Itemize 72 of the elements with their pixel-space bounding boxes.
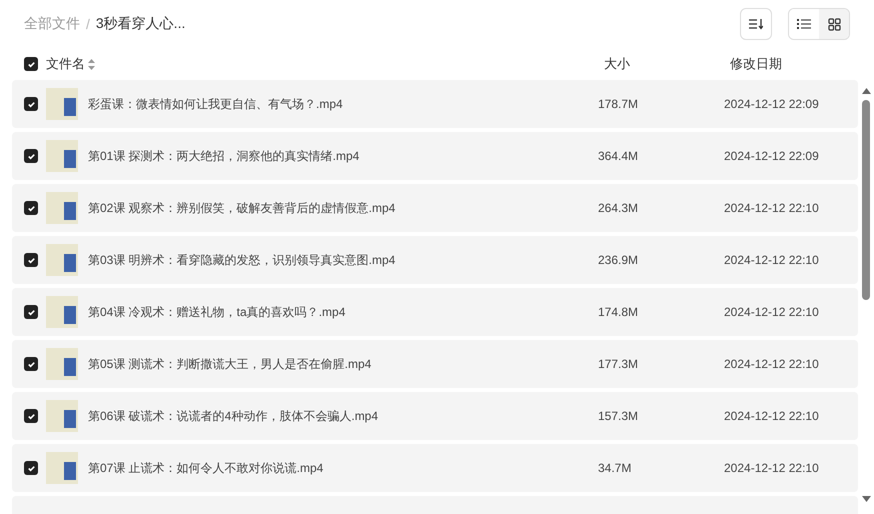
check-icon	[26, 60, 36, 68]
file-size: 178.7M	[598, 97, 640, 111]
file-size: 236.9M	[598, 253, 640, 267]
checkbox[interactable]	[24, 461, 38, 475]
column-header[interactable]: 修改日期	[730, 55, 782, 73]
breadcrumb-item[interactable]: 3秒看穿人心...	[96, 15, 186, 33]
checkbox[interactable]	[24, 201, 38, 215]
column-header[interactable]: 文件名	[46, 55, 85, 73]
file-name: 第06课 破谎术：说谎者的4种动作，肢体不会骗人.mp4	[88, 408, 380, 424]
breadcrumb-separator: /	[86, 16, 90, 32]
scroll-up-icon[interactable]	[862, 88, 870, 94]
video-thumbnail	[46, 140, 78, 172]
file-size: 177.3M	[598, 357, 640, 371]
scroll-down-icon[interactable]	[862, 496, 870, 502]
file-name: 第01课 探测术：两大绝招，洞察他的真实情绪.mp4	[88, 148, 360, 164]
file-name: 第07课 止谎术：如何令人不敢对你说谎.mp4	[88, 460, 324, 476]
checkbox[interactable]	[24, 409, 38, 423]
file-size: 174.8M	[598, 305, 640, 319]
file-name: 第03课 明辨术：看穿隐藏的发怒，识别领导真实意图.mp4	[88, 252, 396, 268]
modified-date: 2024-12-12 22:10	[724, 305, 819, 319]
column-header[interactable]: 大小	[604, 56, 630, 71]
file-name: 第02课 观察术：辨别假笑，破解友善背后的虚情假意.mp4	[88, 200, 396, 216]
list-view-icon	[797, 18, 811, 30]
modified-date: 2024-12-12 22:10	[724, 461, 819, 475]
modified-date: 2024-12-12 22:10	[724, 253, 819, 267]
file-size: 34.7M	[598, 461, 632, 475]
file-row[interactable]: 第04课 冷观术：赠送礼物，ta真的喜欢吗？.mp4 174.8M 2024-12-12 22:10	[12, 288, 858, 336]
file-row[interactable]: 第06课 破谎术：说谎者的4种动作，肢体不会骗人.mp4 157.3M 2024-12-12 22:10	[12, 392, 858, 440]
video-thumbnail	[46, 88, 78, 120]
file-row[interactable]: 第07课 止谎术：如何令人不敢对你说谎.mp4 34.7M 2024-12-12 22:10	[12, 444, 858, 492]
file-size: 364.4M	[598, 149, 640, 163]
checkbox[interactable]	[24, 149, 38, 163]
scrollbar-thumb[interactable]	[862, 100, 870, 300]
checkbox[interactable]	[24, 357, 38, 371]
check-icon	[26, 204, 36, 212]
view-toggle-button[interactable]	[819, 9, 849, 39]
sort-icon	[749, 18, 763, 30]
file-name: 彩蛋课：微表情如何让我更自信、有气场？.mp4	[88, 96, 344, 112]
check-icon	[26, 360, 36, 368]
modified-date: 2024-12-12 22:09	[724, 149, 819, 163]
check-icon	[26, 256, 36, 264]
grid-view-icon	[828, 18, 840, 30]
check-icon	[26, 152, 36, 160]
file-row[interactable]: 第03课 明辨术：看穿隐藏的发怒，识别领导真实意图.mp4 236.9M 2024-12-12 22:10	[12, 236, 858, 284]
sort-arrows-icon[interactable]	[88, 58, 95, 70]
file-size: 157.3M	[598, 409, 640, 423]
video-thumbnail	[46, 348, 78, 380]
modified-date: 2024-12-12 22:09	[724, 97, 819, 111]
video-thumbnail	[46, 452, 78, 484]
file-size: 264.3M	[598, 201, 640, 215]
checkbox[interactable]	[24, 305, 38, 319]
modified-date: 2024-12-12 22:10	[724, 409, 819, 423]
video-thumbnail	[46, 244, 78, 276]
file-name: 第04课 冷观术：赠送礼物，ta真的喜欢吗？.mp4	[88, 304, 346, 320]
check-icon	[26, 100, 36, 108]
modified-date: 2024-12-12 22:10	[724, 201, 819, 215]
video-thumbnail	[46, 296, 78, 328]
check-icon	[26, 308, 36, 316]
checkbox[interactable]	[24, 253, 38, 267]
file-row[interactable]: 第01课 探测术：两大绝招，洞察他的真实情绪.mp4 364.4M 2024-12-12 22:09	[12, 132, 858, 180]
check-icon	[26, 412, 36, 420]
sort-button[interactable]	[740, 8, 772, 40]
modified-date: 2024-12-12 22:10	[724, 357, 819, 371]
file-name: 第05课 测谎术：判断撒谎大王，男人是否在偷腥.mp4	[88, 356, 372, 372]
check-icon	[26, 464, 36, 472]
file-row[interactable]: 第02课 观察术：辨别假笑，破解友善背后的虚情假意.mp4 264.3M 2024-12-12 22:10	[12, 184, 858, 232]
checkbox[interactable]	[24, 97, 38, 111]
file-row[interactable]: 第05课 测谎术：判断撒谎大王，男人是否在偷腥.mp4 177.3M 2024-12-12 22:10	[12, 340, 858, 388]
checkbox[interactable]	[24, 57, 38, 71]
video-thumbnail	[46, 400, 78, 432]
video-thumbnail	[46, 192, 78, 224]
file-row[interactable]: 彩蛋课：微表情如何让我更自信、有气场？.mp4 178.7M 2024-12-12 22:09	[12, 80, 858, 128]
